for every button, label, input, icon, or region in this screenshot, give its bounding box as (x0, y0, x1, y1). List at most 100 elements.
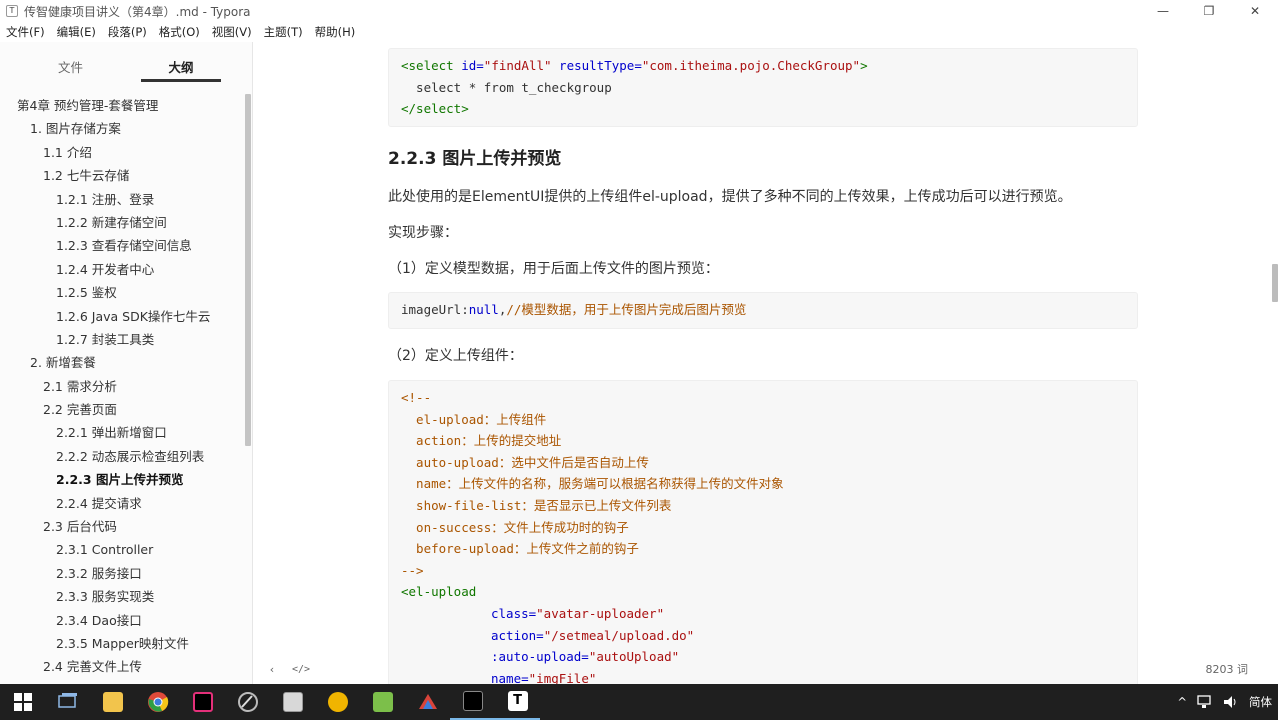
task-view-icon[interactable] (45, 684, 90, 720)
word-count[interactable]: 8203 词 (1206, 661, 1249, 677)
browser-app-icon[interactable] (225, 684, 270, 720)
window-title: 传智健康项目讲义（第4章）.md - Typora (24, 4, 251, 19)
code-line: el-upload：上传组件 (401, 411, 547, 427)
code-line: select * from t_checkgroup (401, 79, 612, 95)
menu-paragraph[interactable]: 段落(P) (102, 24, 153, 40)
code-line: </select> (401, 101, 469, 117)
code-attr: id= (461, 58, 484, 73)
windows-start-icon[interactable] (0, 684, 45, 720)
outline-item[interactable]: 2.3.4 Dao接口 (0, 609, 244, 632)
outline-item[interactable]: 1.2.7 封装工具类 (0, 328, 244, 351)
paragraph: 此处使用的是ElementUI提供的上传组件el-upload，提供了多种不同的… (388, 189, 1072, 205)
code-line: on-success：文件上传成功时的钩子 (401, 519, 629, 535)
yellow-circle-icon (327, 692, 348, 712)
outline-item[interactable]: 1.2.3 查看存储空间信息 (0, 234, 244, 257)
outline-item[interactable]: 2.2.4 提交请求 (0, 492, 244, 515)
code-keyword: null (468, 302, 499, 317)
menu-file[interactable]: 文件(F) (0, 24, 51, 40)
outline-item[interactable]: 2.3 后台代码 (0, 515, 244, 538)
outline-item[interactable]: 2. 新增套餐 (0, 351, 244, 374)
title-bar: T 传智健康项目讲义（第4章）.md - Typora — ❐ ✕ (0, 0, 1278, 22)
outline-item[interactable]: 1.2.5 鉴权 (0, 281, 244, 304)
sidebar: 文件 大纲 第4章 预约管理-套餐管理 1. 图片存储方案 1.1 介绍 1.2 七牛… (0, 42, 253, 684)
typora-taskbar-icon[interactable]: T (495, 684, 540, 720)
code-block-imageurl[interactable]: imageUrl:null,//模型数据，用于上传图片完成后图片预览 (388, 292, 1138, 329)
outline-item[interactable]: 2.3.1 Controller (0, 538, 244, 561)
folder-icon (102, 692, 123, 712)
outline-item[interactable]: 2.1 需求分析 (0, 375, 244, 398)
code-string: "findAll" (483, 58, 552, 73)
outline-item[interactable]: 1.2.6 Java SDK操作七牛云 (0, 305, 244, 328)
menu-format[interactable]: 格式(O) (153, 24, 206, 40)
outline-item[interactable]: 1.2.4 开发者中心 (0, 258, 244, 281)
minimize-button[interactable]: — (1140, 0, 1186, 22)
tray-expand-icon[interactable]: ^ (1177, 695, 1187, 709)
volume-icon[interactable] (1223, 695, 1239, 709)
sidebar-tabs: 文件 大纲 (0, 42, 252, 88)
outline-item[interactable]: 1. 图片存储方案 (0, 117, 244, 140)
outline-item[interactable]: 2.3.5 Mapper映射文件 (0, 632, 244, 655)
code-string: "avatar-uploader" (536, 605, 665, 621)
code-attr: action= (491, 627, 544, 643)
app-window-icon (282, 692, 303, 712)
system-tray: ^ 简体 (1177, 684, 1272, 720)
paragraph: （1）定义模型数据，用于后面上传文件的图片预览： (388, 261, 719, 277)
code-line: --> (401, 562, 424, 578)
green-doc-icon (372, 692, 393, 712)
notepad-app-icon[interactable] (360, 684, 405, 720)
editor-area[interactable]: <select id="findAll" resultType="com.ith… (254, 42, 1278, 684)
ime-indicator[interactable]: 简体 (1249, 694, 1272, 710)
outline-item[interactable]: 1.2.2 新建存储空间 (0, 211, 244, 234)
menu-edit[interactable]: 编辑(E) (51, 24, 102, 40)
outline-item[interactable]: 2.2.1 弹出新增窗口 (0, 421, 244, 444)
window-controls: — ❐ ✕ (1140, 0, 1278, 22)
tab-files[interactable]: 文件 (0, 42, 141, 88)
sidebar-scrollbar[interactable] (244, 94, 252, 682)
outline-item[interactable]: 1.1 介绍 (0, 141, 244, 164)
intellij-idea-icon[interactable] (180, 684, 225, 720)
code-block-select[interactable]: <select id="findAll" resultType="com.ith… (388, 48, 1138, 127)
menu-help[interactable]: 帮助(H) (309, 24, 362, 40)
code-string: "com.itheima.pojo.CheckGroup" (641, 58, 861, 73)
code-line: show-file-list：是否显示已上传文件列表 (401, 497, 672, 513)
outline-item[interactable]: 2.4 完善文件上传 (0, 655, 244, 678)
outline-item[interactable]: 2.3.3 服务实现类 (0, 585, 244, 608)
code-line: before-upload：上传文件之前的钩子 (401, 541, 639, 557)
code-line: name：上传文件的名称，服务端可以根据名称获得上传的文件对象 (401, 476, 784, 492)
tab-outline[interactable]: 大纲 (141, 42, 221, 82)
cmd-icon (462, 691, 483, 711)
outline-item[interactable]: 1.2 七牛云存储 (0, 164, 244, 187)
code-line: auto-upload：选中文件后是否自动上传 (401, 454, 649, 470)
chrome-icon[interactable] (135, 684, 180, 720)
menu-view[interactable]: 视图(V) (206, 24, 258, 40)
source-mode-icon[interactable]: </> (292, 664, 310, 675)
outline-item[interactable]: 2.2 完善页面 (0, 398, 244, 421)
code-attr: resultType= (551, 58, 642, 73)
toggle-sidebar-icon[interactable]: ‹ (264, 663, 280, 676)
file-explorer-icon[interactable] (90, 684, 135, 720)
paint-app-icon[interactable] (405, 684, 450, 720)
section-heading: 2.2.3 图片上传并预览 (388, 149, 562, 169)
outline-item[interactable]: 2.3.2 服务接口 (0, 562, 244, 585)
menu-theme[interactable]: 主题(T) (258, 24, 309, 40)
editor-scrollbar-thumb[interactable] (1272, 264, 1278, 302)
network-icon[interactable] (1197, 695, 1213, 709)
outline-item[interactable]: 1.2.1 注册、登录 (0, 188, 244, 211)
outline-item[interactable]: 2.2.3 图片上传并预览 (0, 468, 244, 491)
typora-app-icon: T (6, 5, 18, 17)
close-button[interactable]: ✕ (1232, 0, 1278, 22)
outline-item[interactable]: 2.2.2 动态展示检查组列表 (0, 445, 244, 468)
cmd-app-icon[interactable] (450, 684, 495, 720)
yellow-app-icon[interactable] (315, 684, 360, 720)
restore-button[interactable]: ❐ (1186, 0, 1232, 22)
terminal-app-icon[interactable] (270, 684, 315, 720)
code-comment: //模型数据，用于上传图片完成后图片预览 (506, 302, 747, 317)
code-block-upload[interactable]: <!-- el-upload：上传组件 action：上传的提交地址 auto-… (388, 380, 1138, 684)
code-line: action：上传的提交地址 (401, 433, 562, 449)
sidebar-scrollbar-thumb[interactable] (245, 94, 251, 446)
code-line: <!-- (401, 390, 432, 405)
outline-item[interactable]: 第4章 预约管理-套餐管理 (0, 94, 244, 117)
code-line: <el-upload (401, 584, 477, 600)
code-line: <select id="findAll" resultType="com.ith… (401, 55, 1125, 77)
code-line: class="avatar-uploader" (401, 603, 1125, 625)
